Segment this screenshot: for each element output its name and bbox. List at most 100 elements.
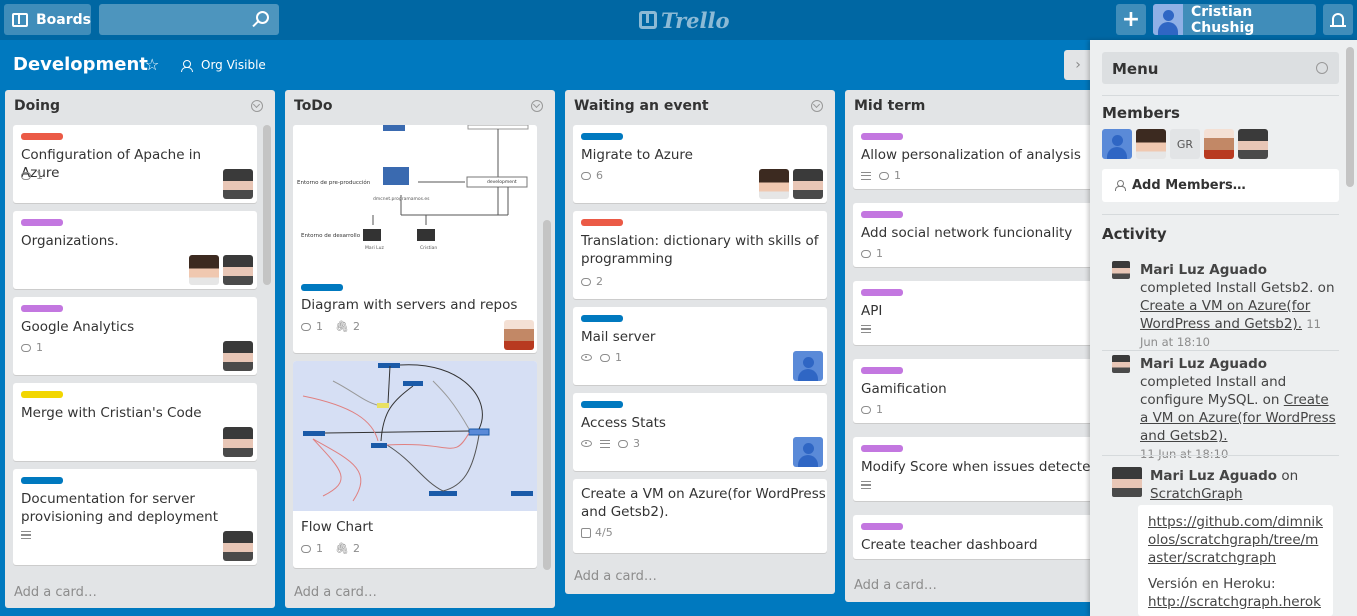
comment-icon [581,277,591,286]
card[interactable]: Allow personalization of analysis 1 [853,125,1107,189]
menu-scrollbar[interactable] [1346,47,1354,187]
activity-item: Mari Luz Aguado on ScratchGraph [1112,467,1342,507]
boards-button[interactable]: Boards [4,4,91,35]
card-label [581,219,623,226]
board-title[interactable]: Development [13,54,148,75]
member-avatar[interactable] [223,531,253,561]
card[interactable]: Create a VM on Azure(for WordPress and G… [573,479,827,553]
comment-icon [301,544,311,553]
list-menu-icon[interactable] [531,100,543,112]
search-icon[interactable] [256,11,269,24]
star-icon[interactable]: ☆ [145,55,159,74]
add-card-link[interactable]: Add a card… [294,585,377,600]
comment-text: Versión en Heroku: [1148,576,1276,592]
trello-logo[interactable]: Trello [639,6,730,34]
visibility-button[interactable]: Org Visible [181,58,266,72]
attachment-count: 2 [352,320,360,333]
member-avatar[interactable] [759,169,789,199]
list-menu-icon[interactable] [251,100,263,112]
list-menu-icon[interactable] [811,100,823,112]
card[interactable]: Gamification 1 [853,359,1107,423]
card-badges [861,481,879,489]
comment-link[interactable]: https://github.com/dimnikolos/scratchgra… [1148,514,1323,566]
divider [1102,214,1339,215]
card-label [21,219,63,226]
activity-card-link[interactable]: Create a VM on Azure(for WordPress and G… [1140,298,1310,332]
activity-action: on [1277,468,1299,484]
add-members-button[interactable]: Add Members… [1102,169,1339,202]
card[interactable]: Translation: dictionary with skills of p… [573,211,827,299]
member-avatar[interactable]: GR [1170,129,1200,159]
add-card-link[interactable]: Add a card… [14,585,97,600]
list-title[interactable]: Mid term [854,98,925,114]
activity-avatar[interactable] [1112,467,1142,497]
card-title: Migrate to Azure [581,147,693,163]
member-avatar[interactable] [223,169,253,199]
card-label [581,133,623,140]
activity-title: Activity [1102,225,1167,243]
card-label [861,523,903,530]
card[interactable]: Entorno de pre-producción Entorno de des… [293,125,537,353]
card[interactable]: Google Analytics 1 [13,297,257,375]
bell-icon [1330,12,1346,27]
list-title[interactable]: ToDo [294,98,333,114]
card[interactable]: Flow Chart 1 🖇 2 [293,361,537,568]
chevron-down-icon[interactable] [1316,62,1328,74]
search-input[interactable] [99,4,279,35]
member-avatar[interactable] [223,255,253,285]
comment-icon [861,249,871,258]
list-title[interactable]: Doing [14,98,60,114]
card[interactable]: Add social network funcionality 1 [853,203,1107,267]
card-label [301,284,343,291]
card-title: Gamification [861,381,947,397]
activity-action: completed Install Getsb2. on [1140,280,1335,296]
card[interactable]: Mail server 1 [573,307,827,385]
activity-avatar[interactable] [1112,261,1130,279]
comment-count: 6 [596,169,603,182]
description-icon [861,171,871,180]
card[interactable]: Configuration of Apache in Azure 1 [13,125,257,203]
member-avatar[interactable] [793,169,823,199]
member-avatar[interactable] [1238,129,1268,159]
card[interactable]: Documentation for server provisioning an… [13,469,257,565]
boards-label: Boards [36,11,91,28]
activity-time[interactable]: 11 Jun at 18:10 [1140,447,1228,461]
card[interactable]: API [853,281,1107,345]
activity-member[interactable]: Mari Luz Aguado [1140,262,1267,278]
add-card-link[interactable]: Add a card… [854,578,937,593]
activity-member[interactable]: Mari Luz Aguado [1150,468,1277,484]
notifications-button[interactable] [1323,4,1353,35]
user-menu-button[interactable]: Cristian Chushig [1153,3,1316,36]
diagram-label: Entorno de desarrollo [301,233,361,239]
comment-link[interactable]: http://scratchgraph.heroku [1148,594,1321,616]
card-label [581,315,623,322]
list-scrollbar[interactable] [263,125,271,285]
list-title[interactable]: Waiting an event [574,98,709,114]
member-avatar[interactable] [793,437,823,467]
member-avatar[interactable] [504,320,534,350]
list-scrollbar[interactable] [543,220,551,570]
card[interactable]: Merge with Cristian's Code [13,383,257,461]
user-name: Cristian Chushig [1190,3,1255,36]
card-label [861,211,903,218]
card-badges: 1 🖇 2 [301,542,360,555]
card[interactable]: Modify Score when issues detected [853,437,1107,501]
card[interactable]: Create teacher dashboard [853,515,1107,559]
member-avatar[interactable] [223,341,253,371]
card[interactable]: Access Stats 3 [573,393,827,471]
add-button[interactable]: + [1116,4,1146,35]
activity-member[interactable]: Mari Luz Aguado [1140,356,1267,372]
member-avatar[interactable] [1102,129,1132,159]
add-card-link[interactable]: Add a card… [574,569,657,584]
menu-header[interactable]: Menu [1102,52,1339,84]
member-avatar[interactable] [223,427,253,457]
collapse-menu-button[interactable]: › [1064,50,1092,80]
card[interactable]: Migrate to Azure 6 [573,125,827,203]
member-avatar[interactable] [1204,129,1234,159]
card[interactable]: Organizations. [13,211,257,289]
member-avatar[interactable] [189,255,219,285]
activity-card-link[interactable]: ScratchGraph [1150,486,1243,502]
member-avatar[interactable] [793,351,823,381]
member-avatar[interactable] [1136,129,1166,159]
activity-avatar[interactable] [1112,355,1130,373]
